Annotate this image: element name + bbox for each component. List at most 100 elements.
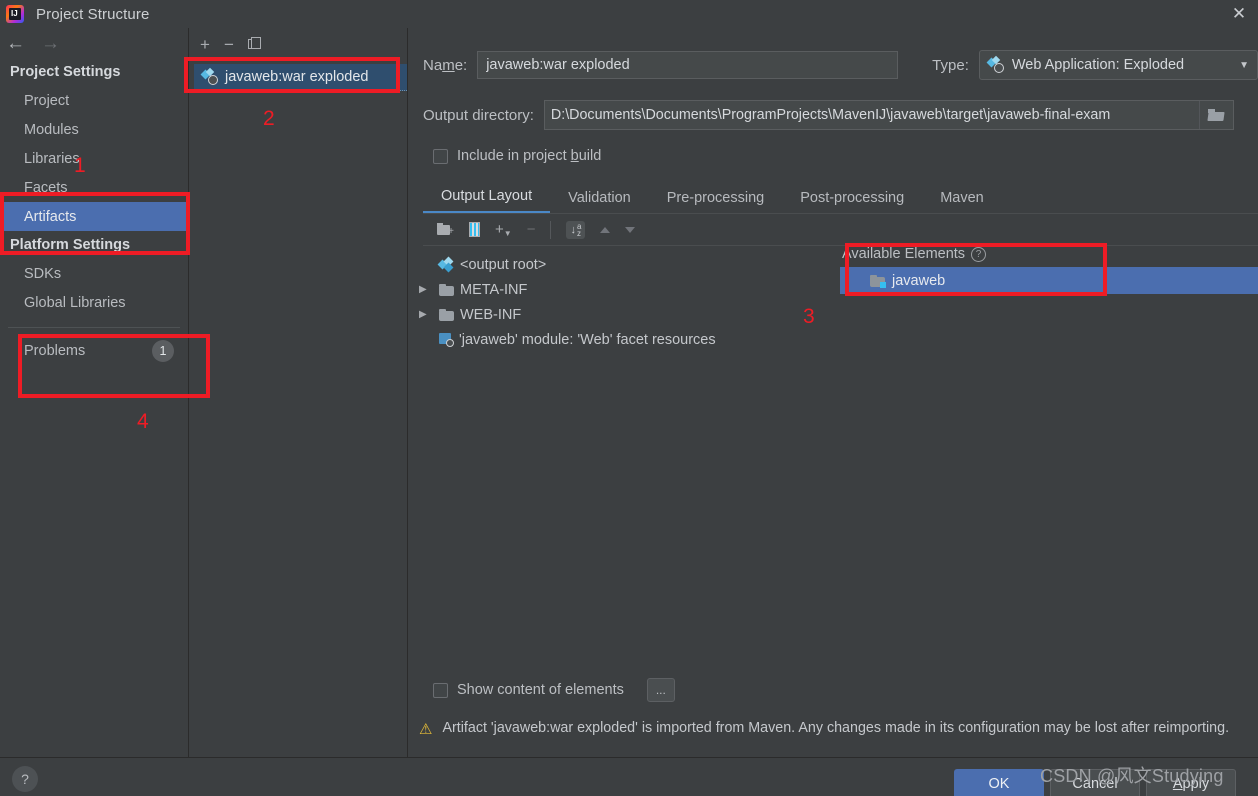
available-elements-panel: Available Elements ? javaweb [840,246,1258,294]
sidebar-divider [8,327,180,328]
folder-icon [439,283,454,296]
sidebar-item-facets[interactable]: Facets [0,173,188,202]
chevron-right-icon[interactable]: ▶ [419,309,433,320]
warning-triangle-icon: ⚠ [419,721,433,738]
ok-button[interactable]: OK [954,769,1044,796]
folder-browse-icon[interactable] [1198,101,1233,129]
platform-settings-header: Platform Settings [10,237,131,253]
new-folder-icon[interactable]: + [437,223,454,237]
sidebar-item-modules[interactable]: Modules [0,115,188,144]
help-button[interactable]: ? [12,766,38,792]
tree-node-label: 'javaweb' module: 'Web' facet resources [459,331,716,348]
sidebar-item-problems[interactable]: Problems 1 [0,334,188,368]
include-in-build-label: Include in project build [457,148,602,164]
tab-post-processing[interactable]: Post-processing [782,190,922,213]
tree-node-web-inf[interactable]: ▶ WEB-INF [419,302,839,327]
title-bar: IJ Project Structure ✕ [0,0,1258,28]
available-element-item[interactable]: javaweb [840,267,1258,294]
sidebar-item-global-libraries[interactable]: Global Libraries [0,288,188,317]
minus-icon[interactable]: − [224,36,234,53]
output-layout-toolbar: + + ▼ − ↓ a z [423,214,1258,246]
chevron-right-icon[interactable]: ▶ [419,284,433,295]
artifact-list-item-label: javaweb:war exploded [225,69,369,85]
tree-node-label: <output root> [460,256,547,273]
tab-label: Maven [940,190,984,206]
annotation-number-3: 3 [803,305,815,328]
copy-icon[interactable] [247,37,262,51]
arrow-right-icon[interactable]: → [41,34,60,53]
plus-dropdown-icon[interactable]: + ▼ [495,221,512,238]
artifact-list-item[interactable]: javaweb:war exploded [194,64,407,91]
show-content-checkbox[interactable] [433,682,448,698]
include-in-build-row[interactable]: Include in project build [409,130,1258,164]
archive-icon[interactable] [469,222,480,237]
annotation-number-4: 4 [137,410,149,433]
plus-icon[interactable]: + [200,36,210,53]
question-mark-icon[interactable]: ? [971,246,987,262]
name-label: Name: [423,56,468,74]
project-structure-dialog: IJ Project Structure ✕ ← → Project Setti… [0,0,1258,796]
sidebar-item-label: Modules [24,121,79,138]
output-directory-field[interactable]: D:\Documents\Documents\ProgramProjects\M… [543,100,1234,130]
artifact-root-icon [437,256,454,273]
type-label: Type: [932,56,969,74]
sidebar-item-label: Libraries [24,150,80,167]
tab-maven[interactable]: Maven [922,190,1002,213]
sidebar-item-label: SDKs [24,265,62,282]
arrow-down-icon[interactable] [625,226,636,233]
available-elements-header: Available Elements ? [840,246,1258,267]
web-application-exploded-icon [986,55,1005,73]
tree-node-module-facet-resources[interactable]: 'javaweb' module: 'Web' facet resources [419,327,839,352]
show-content-row[interactable]: Show content of elements ... [433,678,675,702]
sidebar-item-sdks[interactable]: SDKs [0,259,188,288]
settings-sidebar: ← → Project Settings Project Modules Lib… [0,28,189,757]
module-facet-icon [439,333,454,347]
sidebar-item-artifacts[interactable]: Artifacts [0,202,188,231]
sidebar-item-label: Global Libraries [24,294,126,311]
folder-icon [439,308,454,321]
module-folder-icon [870,274,886,288]
intellij-idea-logo-icon: IJ [6,5,24,23]
sidebar-item-label: Artifacts [24,208,77,225]
warning-message: Artifact 'javaweb:war exploded' is impor… [442,720,1230,736]
sidebar-item-libraries[interactable]: Libraries [0,144,188,173]
tab-output-layout[interactable]: Output Layout [423,188,551,213]
close-icon[interactable]: ✕ [1220,0,1258,28]
arrow-left-icon[interactable]: ← [6,34,25,53]
tab-label: Output Layout [441,188,533,204]
artifact-type-value: Web Application: Exploded [1011,57,1185,73]
annotation-number-2: 2 [263,107,275,130]
tree-node-output-root[interactable]: <output root> [419,252,839,277]
available-elements-title: Available Elements [842,246,966,262]
sidebar-item-label: Problems [24,343,86,359]
tab-label: Pre-processing [666,190,765,206]
sidebar-item-project[interactable]: Project [0,86,188,115]
artifact-name-input[interactable] [477,51,899,79]
window-title: Project Structure [36,5,150,23]
sort-alphabetical-icon[interactable]: ↓ a z [566,220,586,239]
minus-icon[interactable]: − [527,221,536,238]
tree-node-label: WEB-INF [460,306,522,323]
tab-label: Validation [568,190,631,206]
arrow-up-icon[interactable] [600,226,611,233]
output-directory-row: Output directory: D:\Documents\Documents… [409,80,1258,130]
web-application-exploded-icon [200,67,219,85]
project-settings-header: Project Settings [10,64,121,80]
problems-count-badge: 1 [152,340,174,362]
sidebar-item-label: Facets [24,179,68,196]
output-directory-label: Output directory: [423,106,534,124]
sidebar-item-label: Project [24,92,70,109]
tab-pre-processing[interactable]: Pre-processing [649,190,783,213]
show-content-options-button[interactable]: ... [646,678,675,702]
tab-label: Post-processing [800,190,905,206]
tab-validation[interactable]: Validation [550,190,649,213]
chevron-down-icon: ▼ [1239,59,1249,71]
include-in-build-checkbox[interactable] [433,148,448,164]
artifacts-list-panel: + − javaweb:war exploded [190,28,408,757]
artifacts-toolbar: + − [190,28,407,60]
annotation-number-1: 1 [74,154,86,177]
output-directory-value: D:\Documents\Documents\ProgramProjects\M… [550,107,1111,123]
artifact-type-dropdown[interactable]: Web Application: Exploded ▼ [978,50,1258,80]
tree-node-meta-inf[interactable]: ▶ META-INF [419,277,839,302]
maven-import-warning: ⚠ Artifact 'javaweb:war exploded' is imp… [419,718,1249,739]
